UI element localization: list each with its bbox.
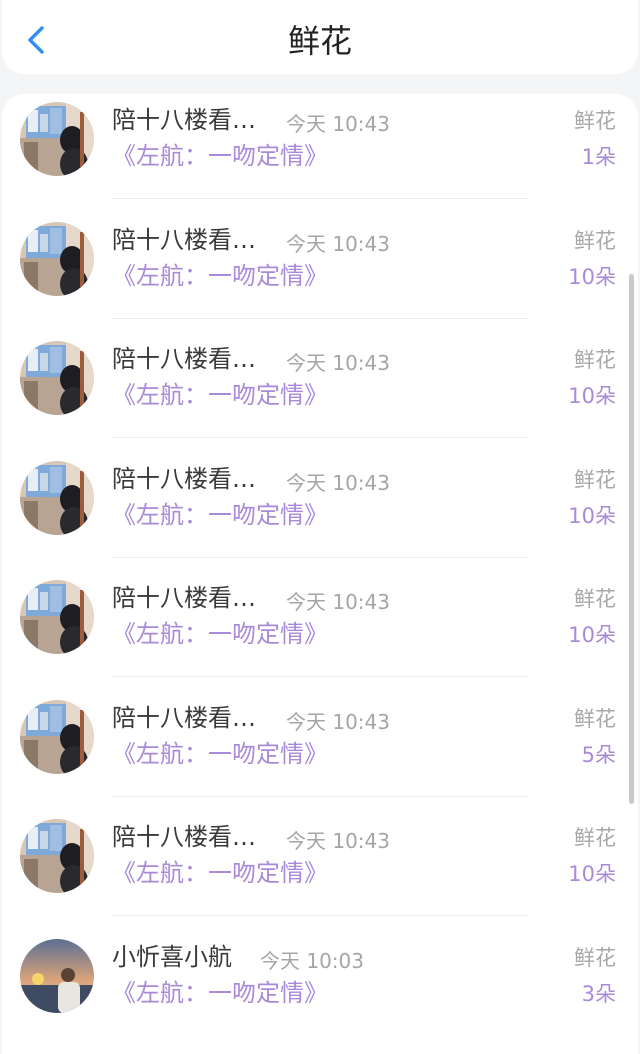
avatar[interactable] xyxy=(20,341,94,415)
gift-type-label: 鲜花 xyxy=(574,467,616,492)
timestamp: 今天 10:43 xyxy=(286,470,390,495)
avatar[interactable] xyxy=(20,102,94,176)
list-item[interactable]: 陪十八楼看… 今天 10:43 《左航：一吻定情》 鲜花 10朵 xyxy=(2,811,638,931)
list-item[interactable]: 陪十八楼看… 今天 10:43 《左航：一吻定情》 鲜花 10朵 xyxy=(2,572,638,692)
sender-name[interactable]: 陪十八楼看… xyxy=(112,821,256,853)
list-item[interactable]: 陪十八楼看… 今天 10:43 《左航：一吻定情》 鲜花 10朵 xyxy=(2,453,638,573)
row-divider xyxy=(112,198,528,199)
avatar[interactable] xyxy=(20,580,94,654)
gift-type-label: 鲜花 xyxy=(574,706,616,731)
gift-count: 10朵 xyxy=(568,623,616,647)
gift-count: 3朵 xyxy=(581,981,616,1006)
gift-type-label: 鲜花 xyxy=(574,945,616,970)
gift-type-label: 鲜花 xyxy=(574,826,616,850)
row-divider xyxy=(112,795,528,797)
avatar[interactable] xyxy=(20,221,94,296)
gift-type-label: 鲜花 xyxy=(574,109,616,133)
work-title[interactable]: 《左航：一吻定情》 xyxy=(112,499,328,531)
list-item[interactable]: 陪十八楼看… 今天 10:43 《左航：一吻定情》 鲜花 10朵 xyxy=(2,333,638,453)
avatar[interactable] xyxy=(20,699,94,774)
avatar[interactable] xyxy=(20,819,94,893)
list-item[interactable]: 陪十八楼看… 今天 10:43 《左航：一吻定情》 鲜花 10朵 xyxy=(2,214,638,334)
gift-count: 10朵 xyxy=(568,862,616,886)
scrollbar[interactable] xyxy=(629,274,634,804)
gift-type-label: 鲜花 xyxy=(574,228,616,253)
timestamp: 今天 10:43 xyxy=(286,231,390,256)
work-title[interactable]: 《左航：一吻定情》 xyxy=(112,618,328,650)
timestamp: 今天 10:43 xyxy=(286,351,390,375)
row-divider xyxy=(112,556,528,558)
timestamp: 今天 10:03 xyxy=(260,948,364,973)
row-divider xyxy=(112,676,528,677)
work-title[interactable]: 《左航：一吻定情》 xyxy=(112,977,328,1009)
sender-name[interactable]: 陪十八楼看… xyxy=(112,702,256,734)
gift-count: 10朵 xyxy=(568,264,616,289)
work-title[interactable]: 《左航：一吻定情》 xyxy=(112,379,328,411)
list-item[interactable]: 小忻喜小航 今天 10:03 《左航：一吻定情》 鲜花 3朵 xyxy=(2,931,638,1051)
sender-name[interactable]: 小忻喜小航 xyxy=(112,941,232,973)
gift-count: 1朵 xyxy=(581,145,616,169)
sender-name[interactable]: 陪十八楼看… xyxy=(112,463,256,495)
avatar[interactable] xyxy=(20,938,94,1013)
row-divider xyxy=(112,437,528,438)
work-title[interactable]: 《左航：一吻定情》 xyxy=(112,140,328,172)
gift-type-label: 鲜花 xyxy=(574,348,616,372)
top-nav-bar: 鲜花 xyxy=(2,0,638,74)
sender-name[interactable]: 陪十八楼看… xyxy=(112,104,256,136)
avatar[interactable] xyxy=(20,460,94,535)
timestamp: 今天 10:43 xyxy=(286,590,390,614)
row-divider xyxy=(112,317,528,319)
timestamp: 今天 10:43 xyxy=(286,709,390,734)
page-title: 鲜花 xyxy=(287,22,352,60)
sender-name[interactable]: 陪十八楼看… xyxy=(112,343,256,375)
flower-record-list: 陪十八楼看… 今天 10:43 《左航：一吻定情》 鲜花 1朵 陪十八楼看… 今天 10:… xyxy=(2,94,638,1054)
sender-name[interactable]: 陪十八楼看… xyxy=(112,224,256,256)
work-title[interactable]: 《左航：一吻定情》 xyxy=(112,260,328,292)
gift-count: 10朵 xyxy=(568,503,616,528)
gift-count: 10朵 xyxy=(568,384,616,408)
sender-name[interactable]: 陪十八楼看… xyxy=(112,582,256,614)
timestamp: 今天 10:43 xyxy=(286,829,390,853)
gift-type-label: 鲜花 xyxy=(574,587,616,611)
gift-count: 5朵 xyxy=(581,742,616,767)
timestamp: 今天 10:43 xyxy=(286,112,390,136)
list-item[interactable]: 陪十八楼看… 今天 10:43 《左航：一吻定情》 鲜花 5朵 xyxy=(2,692,638,812)
list-item[interactable]: 陪十八楼看… 今天 10:43 《左航：一吻定情》 鲜花 1朵 xyxy=(2,94,638,214)
work-title[interactable]: 《左航：一吻定情》 xyxy=(112,857,328,889)
row-divider xyxy=(112,915,528,916)
work-title[interactable]: 《左航：一吻定情》 xyxy=(112,738,328,770)
